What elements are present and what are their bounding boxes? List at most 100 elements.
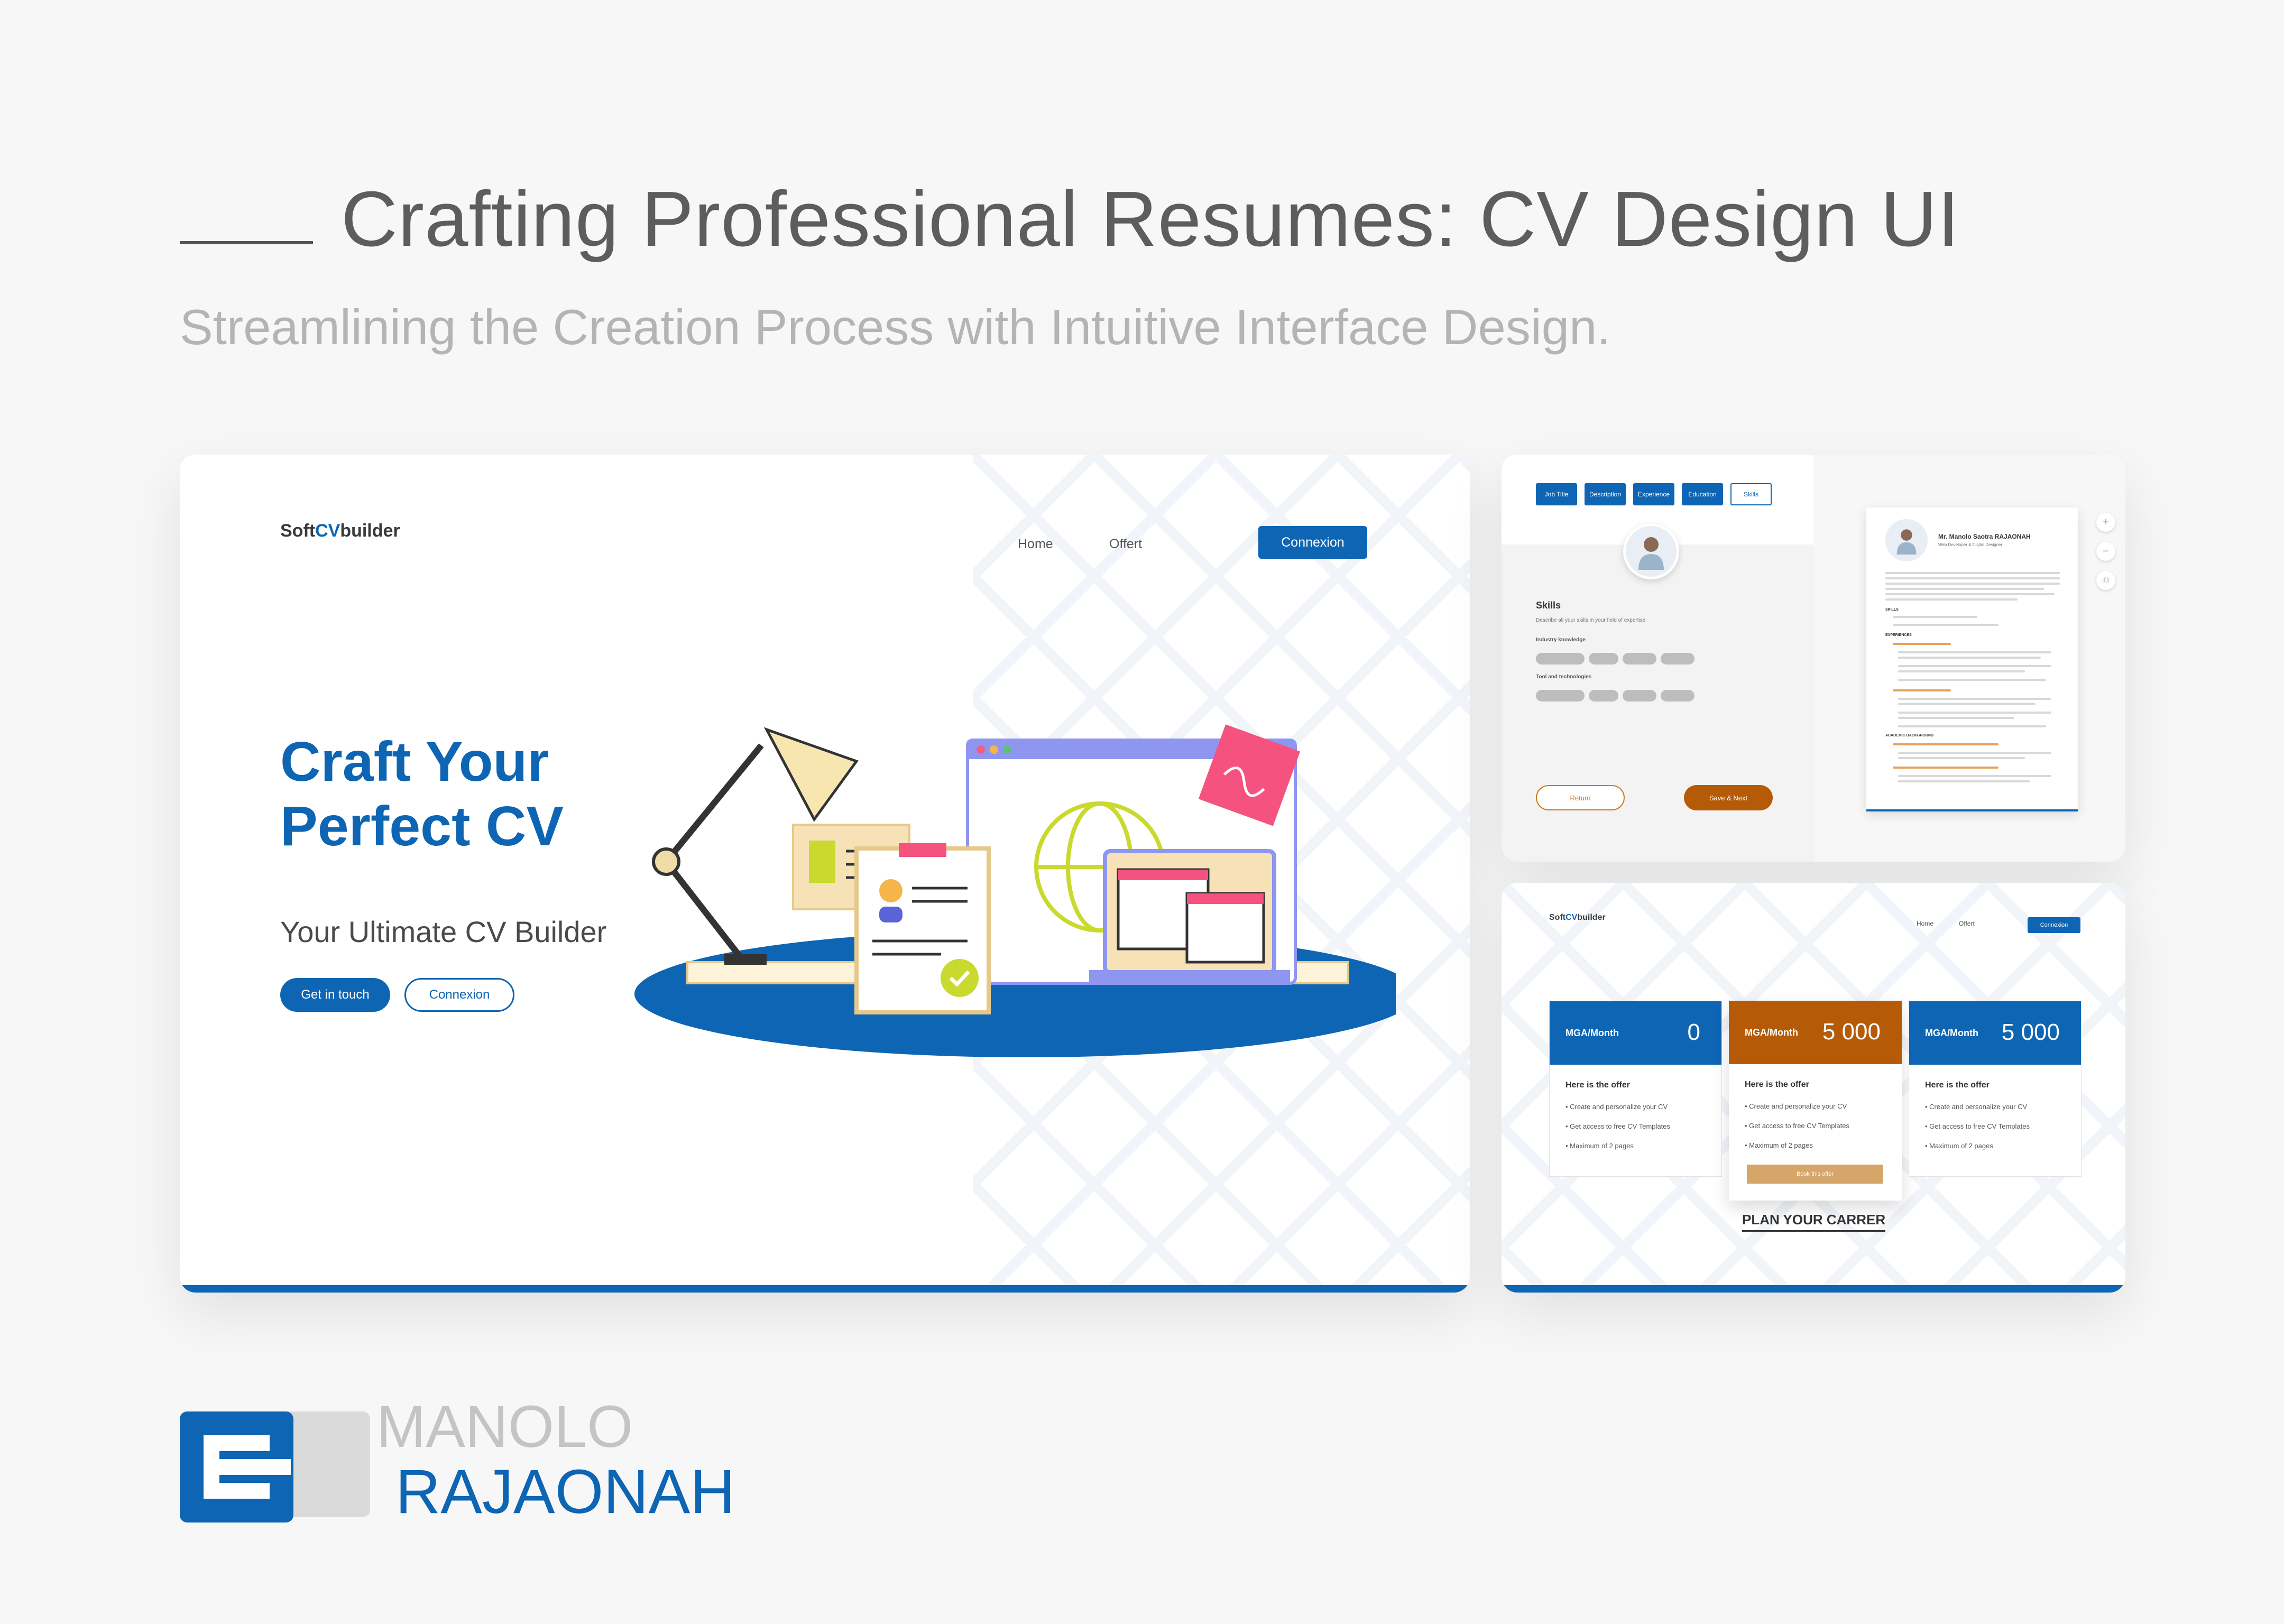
cv-text-line: [1893, 743, 1998, 745]
cv-preview-document: Mr. Manolo Saotra RAJAONAH Web Developer…: [1866, 508, 2078, 811]
logo-cv: CV: [1565, 913, 1578, 922]
page-title: Crafting Professional Resumes: CV Design…: [341, 176, 1960, 263]
nav-home[interactable]: Home: [1018, 537, 1053, 552]
plan-feature: • Create and personalize your CV: [1745, 1102, 1847, 1110]
tool-chip[interactable]: [1589, 690, 1618, 702]
tool-chip[interactable]: [1661, 690, 1694, 702]
hero-line-2: Perfect CV: [280, 795, 564, 857]
hero-tagline: Your Ultimate CV Builder: [280, 915, 607, 948]
laptop-icon: [1089, 849, 1290, 983]
nav-home[interactable]: Home: [1917, 920, 1933, 927]
plan-header: MGA/Month 5 000: [1909, 1001, 2081, 1065]
logo-suffix: builder: [1577, 913, 1606, 922]
brand-logo[interactable]: SoftCVbuilder: [1549, 913, 1606, 922]
plan-unit: MGA/Month: [1925, 1028, 1978, 1038]
plan-header: MGA/Month 0: [1550, 1001, 1721, 1065]
nav-offert[interactable]: Offert: [1959, 920, 1975, 927]
cv-text-line: [1898, 780, 2030, 782]
book-offer-button[interactable]: Book this offer: [1747, 1165, 1883, 1184]
skill-chip[interactable]: [1536, 653, 1585, 665]
print-icon[interactable]: ⎙: [2096, 571, 2115, 590]
author-first-name: MANOLO: [376, 1394, 633, 1460]
cv-text-line: [1893, 767, 1998, 769]
feature-text: Get access to free CV Templates: [1929, 1122, 2030, 1130]
plan-feature: • Get access to free CV Templates: [1925, 1122, 2030, 1130]
card-bottom-accent: [1502, 1285, 2125, 1293]
plan-feature: • Maximum of 2 pages: [1745, 1141, 1813, 1149]
get-in-touch-button[interactable]: Get in touch: [280, 978, 390, 1012]
skills-hint: Describe all your skills in your field o…: [1536, 617, 1646, 623]
feature-text: Get access to free CV Templates: [1749, 1122, 1849, 1130]
plan-header: MGA/Month 5 000: [1729, 1001, 1902, 1064]
cv-text-line: [1885, 593, 2055, 595]
heading-rule: [180, 241, 313, 244]
cv-section-academic: ACADEMIC BACKGROUND: [1885, 734, 1933, 737]
cv-text-line: [1898, 698, 2051, 700]
profile-avatar[interactable]: [1623, 523, 1679, 579]
tool-chip[interactable]: [1536, 690, 1585, 702]
cv-text-line: [1898, 725, 2046, 727]
return-button[interactable]: Return: [1536, 785, 1625, 810]
plan-feature: • Get access to free CV Templates: [1565, 1122, 1670, 1130]
save-next-button[interactable]: Save & Next: [1684, 785, 1773, 810]
hero-title: Craft Your Perfect CV: [280, 730, 564, 859]
person-icon: [1896, 529, 1917, 555]
tab-education[interactable]: Education: [1682, 483, 1723, 505]
tab-skills[interactable]: Skills: [1730, 483, 1772, 505]
cv-text-line: [1893, 643, 1951, 645]
author-last-name: RAJAONAH: [395, 1457, 735, 1527]
connexion-button[interactable]: Connexion: [2028, 917, 2080, 933]
clipboard-resume-icon: [854, 843, 991, 1014]
tab-experience[interactable]: Experience: [1633, 483, 1674, 505]
cv-text-line: [1898, 665, 2051, 667]
cv-text-line: [1885, 572, 2060, 574]
logo-cv: CV: [315, 521, 340, 541]
plan-offer-title: Here is the offer: [1745, 1080, 1809, 1089]
cv-section-experiences: EXPERIENCES: [1885, 633, 1912, 637]
cv-text-line: [1898, 712, 2051, 714]
plan-offer-title: Here is the offer: [1925, 1081, 1990, 1090]
plan-price: 5 000: [2001, 1019, 2060, 1045]
cv-text-line: [1893, 624, 1998, 626]
plan-card-premium: MGA/Month 5 000 Here is the offer • Crea…: [1909, 1001, 2082, 1177]
zoom-in-icon[interactable]: +: [2096, 513, 2115, 532]
plan-career-link[interactable]: PLAN YOUR CARRER: [1742, 1212, 1886, 1232]
cv-text-line: [1885, 588, 2044, 590]
plan-card-free: MGA/Month 0 Here is the offer • Create a…: [1549, 1001, 1722, 1177]
zoom-out-icon[interactable]: −: [2096, 542, 2115, 561]
cv-text-line: [1898, 651, 2051, 653]
plan-offer-title: Here is the offer: [1565, 1081, 1630, 1090]
cv-section-skills: SKILLS: [1885, 608, 1899, 612]
cv-text-line: [1898, 670, 2025, 672]
skill-chip[interactable]: [1623, 653, 1656, 665]
nav-offert[interactable]: Offert: [1109, 537, 1142, 552]
feature-text: Create and personalize your CV: [1749, 1102, 1847, 1110]
plan-feature: • Create and personalize your CV: [1925, 1103, 2028, 1111]
feature-text: Maximum of 2 pages: [1570, 1142, 1634, 1150]
card-bottom-accent: [180, 1285, 1470, 1293]
connexion-button[interactable]: Connexion: [1258, 526, 1367, 559]
logo-prefix: Soft: [280, 521, 316, 541]
hero-connexion-button[interactable]: Connexion: [404, 978, 514, 1012]
tab-job-title[interactable]: Job Title: [1536, 483, 1577, 505]
tab-description[interactable]: Description: [1585, 483, 1626, 505]
cv-text-line: [1893, 616, 1977, 618]
skill-chip[interactable]: [1589, 653, 1618, 665]
plan-price: 5 000: [1822, 1019, 1881, 1045]
cv-text-line: [1885, 598, 2018, 601]
person-icon: [1638, 537, 1664, 570]
cv-text-line: [1898, 679, 2046, 681]
editor-form-panel: Job Title Description Experience Educati…: [1502, 455, 1813, 862]
plan-card-featured: MGA/Month 5 000 Here is the offer • Crea…: [1729, 1001, 1902, 1201]
cv-text-line: [1898, 775, 2051, 777]
cv-editor-mockup: Job Title Description Experience Educati…: [1502, 455, 2125, 862]
cv-text-line: [1898, 657, 2041, 659]
skills-heading: Skills: [1536, 600, 1561, 611]
cv-text-line: [1898, 752, 2051, 754]
brand-logo[interactable]: SoftCVbuilder: [280, 521, 400, 541]
cv-text-line: [1898, 703, 2036, 705]
plan-feature: • Create and personalize your CV: [1565, 1103, 1668, 1111]
skill-chip[interactable]: [1661, 653, 1694, 665]
cv-role: Web Developer & Digital Designer: [1938, 542, 2003, 547]
tool-chip[interactable]: [1623, 690, 1656, 702]
